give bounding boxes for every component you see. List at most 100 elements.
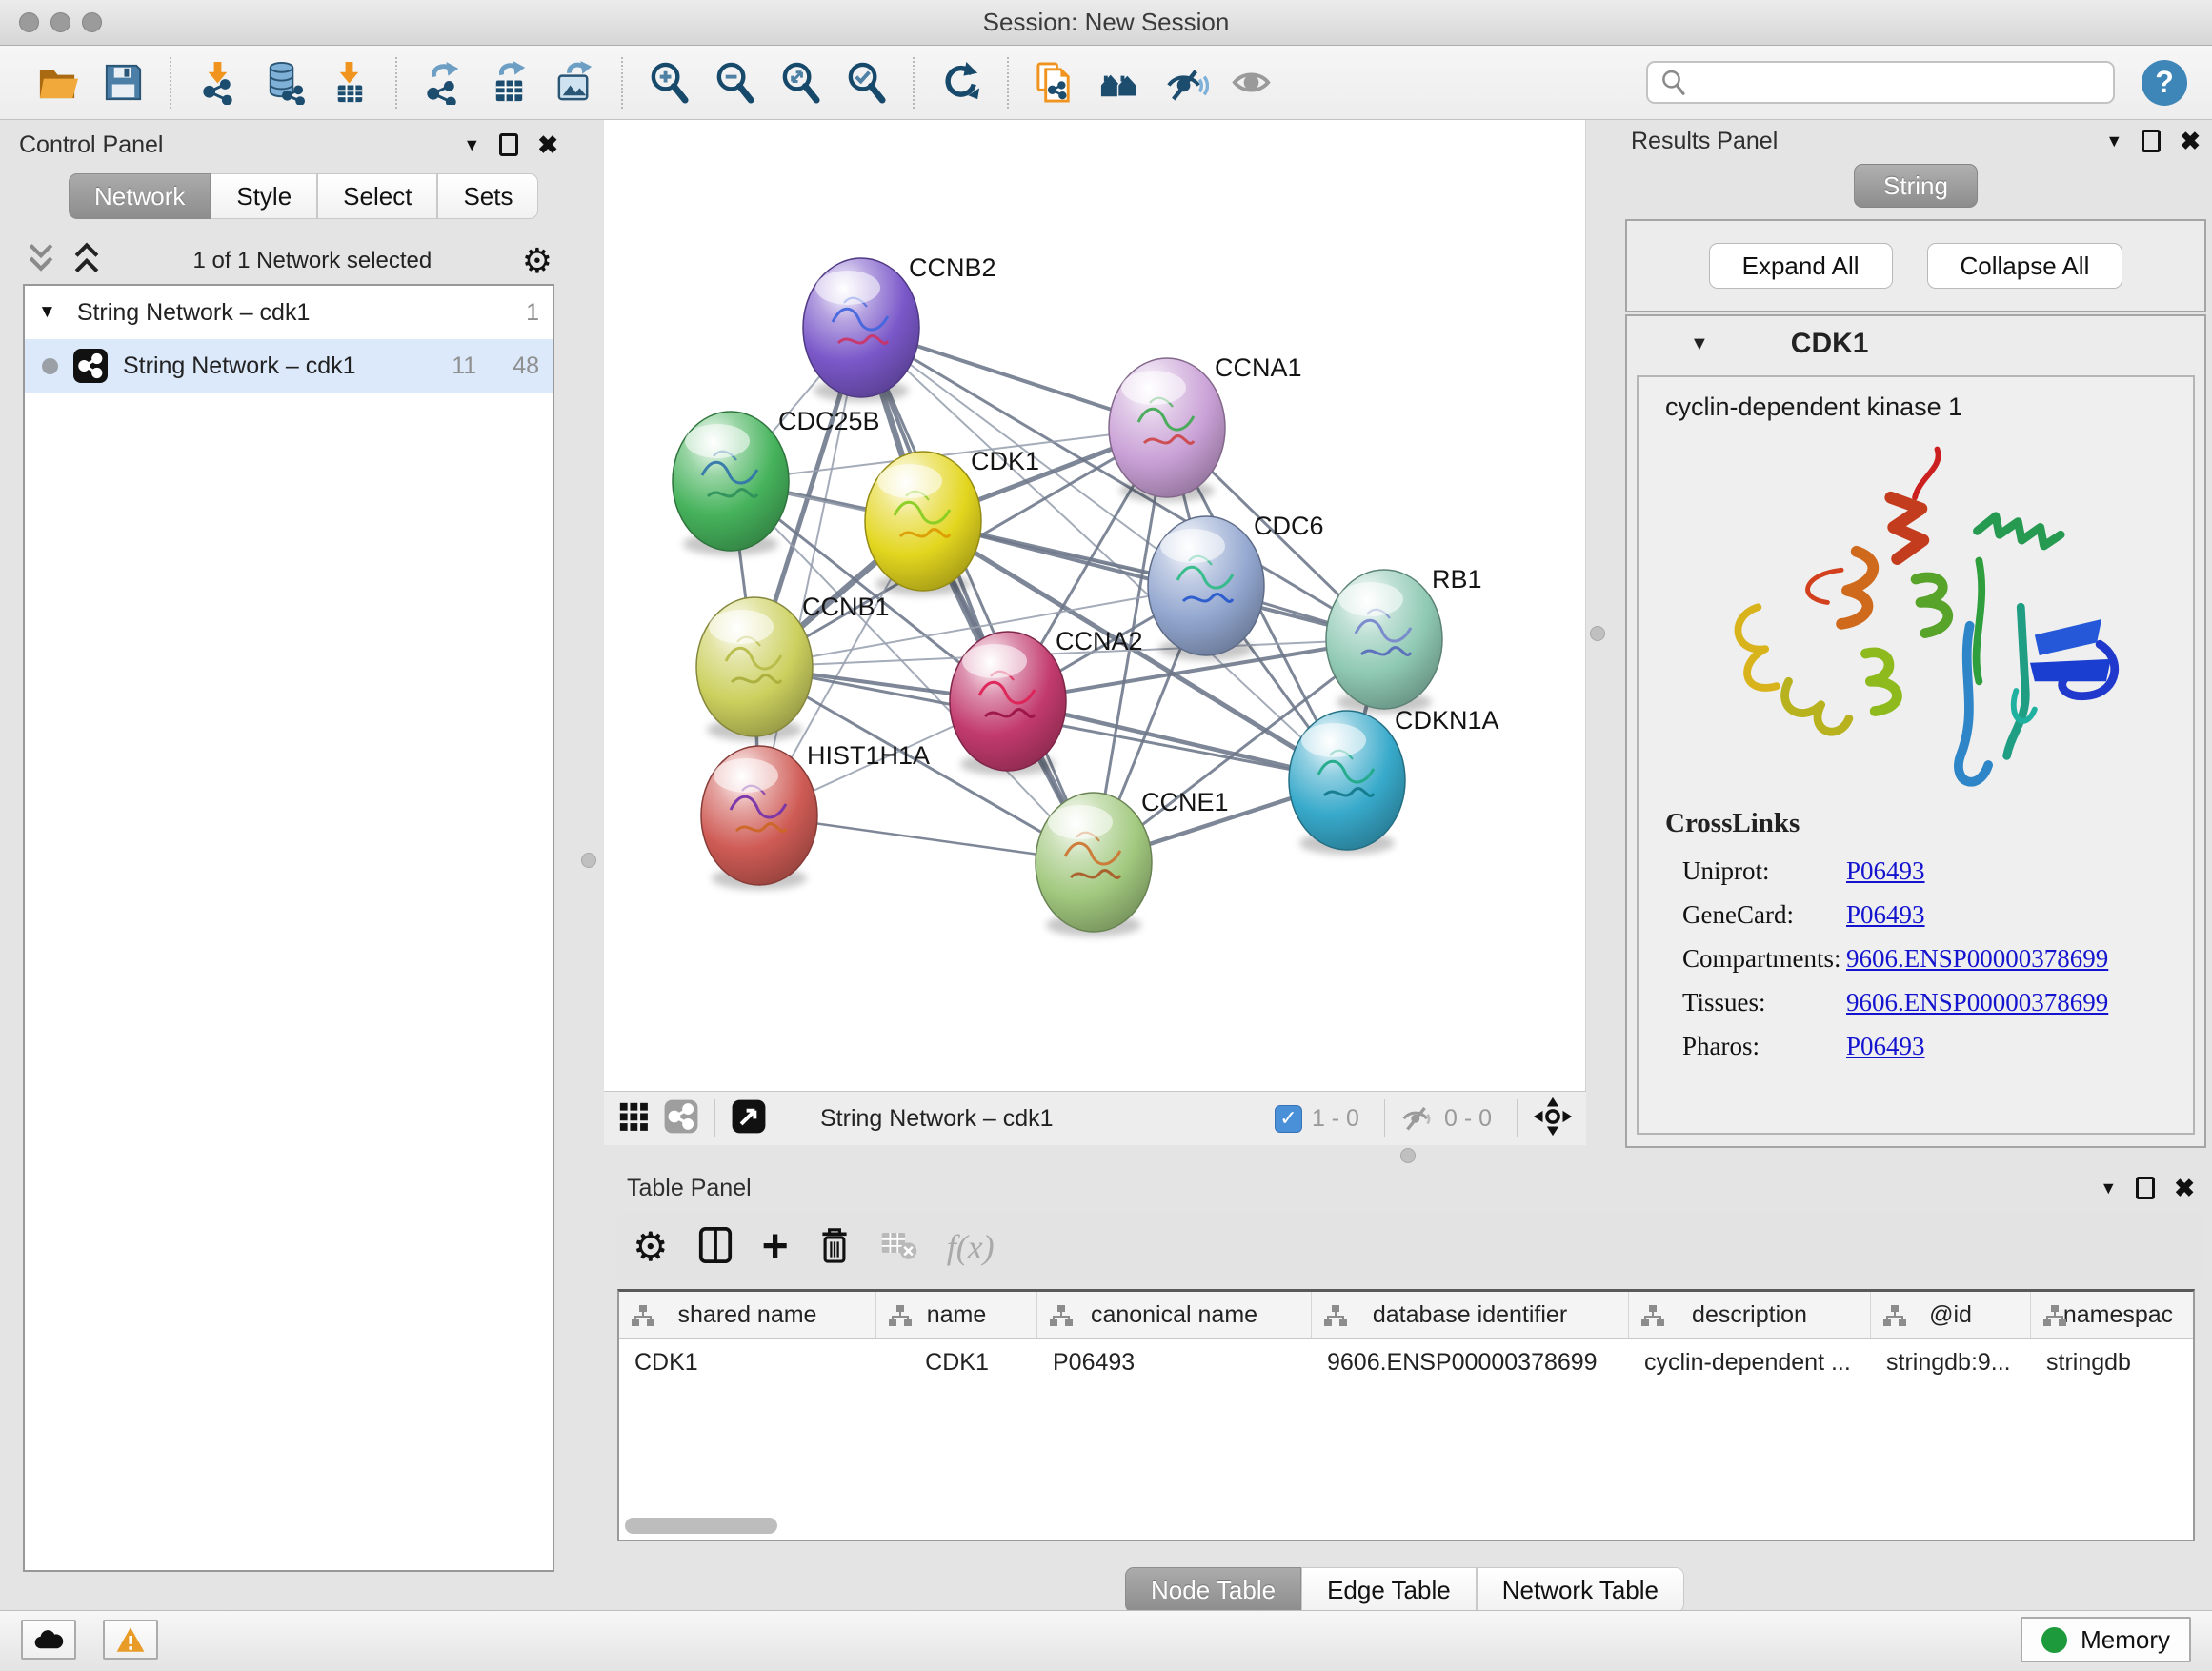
new-network-from-selection-icon[interactable]	[1033, 60, 1077, 105]
panel-close-icon[interactable]: ✖	[2174, 1176, 2195, 1200]
network-node-CDC25B[interactable]	[673, 412, 789, 555]
share-view-icon[interactable]	[663, 1098, 699, 1139]
network-node-HIST1H1A[interactable]	[701, 746, 817, 890]
network-node-CCNB1[interactable]	[696, 597, 813, 741]
selected-checkbox-icon[interactable]: ✓	[1275, 1105, 1302, 1133]
crosslink-link[interactable]: 9606.ENSP00000378699	[1846, 944, 2108, 974]
tab-node-table[interactable]: Node Table	[1125, 1567, 1301, 1613]
panel-menu-icon[interactable]: ▼	[2100, 1178, 2117, 1198]
zoom-fit-icon[interactable]	[778, 60, 823, 105]
network-collection-row[interactable]: ▼ String Network – cdk1 1	[25, 286, 553, 339]
help-icon[interactable]: ?	[2142, 60, 2187, 106]
panel-menu-icon[interactable]: ▼	[463, 135, 480, 155]
tab-string[interactable]: String	[1854, 164, 1978, 208]
table-row[interactable]: CDK1CDK1P064939606.ENSP00000378699cyclin…	[619, 1339, 2193, 1385]
panel-float-icon[interactable]	[499, 133, 518, 156]
import-network-icon[interactable]	[195, 60, 240, 105]
splitter-handle[interactable]	[1590, 626, 1605, 641]
open-session-icon[interactable]	[35, 60, 80, 105]
network-edge[interactable]	[861, 328, 1094, 862]
delete-table-icon[interactable]	[880, 1229, 918, 1266]
network-node-CDKN1A[interactable]	[1289, 711, 1405, 855]
zoom-selected-icon[interactable]	[844, 60, 889, 105]
panel-close-icon[interactable]: ✖	[537, 132, 558, 157]
tab-style[interactable]: Style	[211, 173, 317, 219]
cloud-button[interactable]	[21, 1620, 76, 1660]
panel-close-icon[interactable]: ✖	[2180, 129, 2201, 153]
expand-all-button[interactable]: Expand All	[1709, 243, 1893, 289]
memory-button[interactable]: Memory	[2021, 1617, 2191, 1662]
zoom-out-icon[interactable]	[713, 60, 757, 105]
network-node-CCNE1[interactable]	[1036, 793, 1152, 936]
export-table-icon[interactable]	[487, 60, 532, 105]
birdseye-view-icon[interactable]	[731, 1098, 767, 1139]
show-columns-icon[interactable]	[697, 1225, 734, 1270]
export-image-icon[interactable]	[553, 60, 597, 105]
column-header-@id[interactable]: @id	[1871, 1292, 2031, 1338]
zoom-in-icon[interactable]	[647, 60, 692, 105]
gene-header-row[interactable]: ▼ CDK1	[1627, 316, 2204, 372]
tab-select[interactable]: Select	[317, 173, 437, 219]
node-table: shared namenamecanonical namedatabase id…	[617, 1289, 2195, 1541]
export-network-icon[interactable]	[421, 60, 466, 105]
tab-sets[interactable]: Sets	[437, 173, 538, 219]
tab-network-table[interactable]: Network Table	[1477, 1567, 1684, 1613]
refresh-icon[interactable]	[938, 60, 983, 105]
panel-float-icon[interactable]	[2142, 130, 2161, 152]
splitter-handle[interactable]	[581, 853, 596, 868]
import-network-from-database-icon[interactable]	[261, 60, 306, 105]
hide-selected-eye-slash-icon[interactable]	[1164, 60, 1209, 105]
tree-expand-icon[interactable]: ▼	[38, 302, 56, 323]
collapse-all-button[interactable]: Collapse All	[1927, 243, 2123, 289]
hidden-eye-slash-icon[interactable]	[1400, 1099, 1435, 1138]
network-node-CDC6[interactable]	[1148, 516, 1264, 660]
column-header-name[interactable]: name	[876, 1292, 1037, 1338]
import-table-icon[interactable]	[327, 60, 372, 105]
first-neighbors-icon[interactable]	[1098, 60, 1143, 105]
network-node-CDK1[interactable]	[865, 452, 981, 595]
vertical-splitter[interactable]	[1586, 120, 1619, 1158]
tab-edge-table[interactable]: Edge Table	[1301, 1567, 1477, 1613]
show-all-eye-icon[interactable]	[1230, 60, 1275, 105]
network-node-RB1[interactable]	[1326, 570, 1442, 714]
gene-collapse-icon[interactable]: ▼	[1690, 333, 1709, 355]
create-column-plus-icon[interactable]: +	[762, 1229, 789, 1265]
crosslink-link[interactable]: P06493	[1846, 856, 1925, 886]
crosslink-link[interactable]: 9606.ENSP00000378699	[1846, 988, 2108, 1017]
gear-icon[interactable]: ⚙	[522, 244, 553, 278]
collapse-all-chevron-icon[interactable]	[70, 240, 103, 281]
network-node-CCNB2[interactable]	[803, 258, 919, 402]
column-header-namespac[interactable]: namespac	[2031, 1292, 2195, 1338]
crosslink-link[interactable]: P06493	[1846, 900, 1925, 930]
node-label-CCNA1: CCNA1	[1215, 353, 1302, 382]
column-header-description[interactable]: description	[1629, 1292, 1871, 1338]
function-builder-icon[interactable]: f(x)	[947, 1227, 995, 1267]
splitter-handle[interactable]	[1400, 1148, 1416, 1163]
network-graph[interactable]: CCNB2CCNA1CDC25BCDK1CDC6RB1CCNB1CCNA2HIS…	[604, 120, 1586, 1091]
column-header-database-identifier[interactable]: database identifier	[1312, 1292, 1629, 1338]
search-input[interactable]	[1646, 61, 2115, 104]
warnings-button[interactable]	[103, 1620, 158, 1660]
table-settings-gear-icon[interactable]: ⚙	[633, 1227, 669, 1267]
expand-all-chevron-icon[interactable]	[25, 240, 57, 281]
crosslink-link[interactable]: P06493	[1846, 1032, 1925, 1061]
save-session-icon[interactable]	[101, 60, 146, 105]
maximize-window-icon[interactable]	[82, 12, 102, 32]
minimize-window-icon[interactable]	[50, 12, 70, 32]
navigate-crosshair-icon[interactable]	[1533, 1097, 1573, 1141]
panel-menu-icon[interactable]: ▼	[2105, 131, 2122, 151]
network-row-selected[interactable]: String Network – cdk1 11 48	[25, 339, 553, 393]
grid-view-icon[interactable]	[617, 1100, 650, 1137]
horizontal-scrollbar-thumb[interactable]	[625, 1518, 777, 1534]
column-header-canonical-name[interactable]: canonical name	[1037, 1292, 1312, 1338]
network-node-CCNA2[interactable]	[950, 632, 1066, 775]
window-controls[interactable]	[19, 12, 102, 32]
close-window-icon[interactable]	[19, 12, 39, 32]
column-header-shared-name[interactable]: shared name	[619, 1292, 876, 1338]
network-canvas[interactable]: CCNB2CCNA1CDC25BCDK1CDC6RB1CCNB1CCNA2HIS…	[604, 120, 1586, 1091]
tab-network[interactable]: Network	[69, 173, 211, 219]
delete-column-trash-icon[interactable]	[817, 1225, 852, 1270]
node-label-CDK1: CDK1	[971, 447, 1039, 475]
panel-float-icon[interactable]	[2136, 1177, 2155, 1199]
network-node-CCNA1[interactable]	[1109, 358, 1225, 502]
